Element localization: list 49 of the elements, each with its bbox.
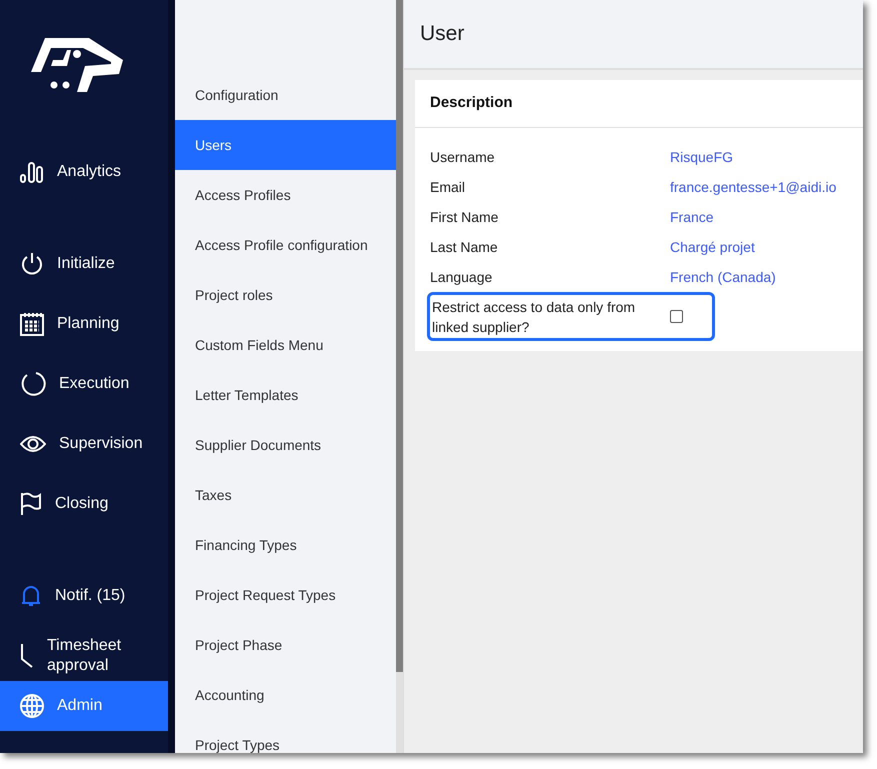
submenu-item[interactable]: Accounting xyxy=(175,670,396,720)
nav-item[interactable]: Admin xyxy=(0,681,168,731)
eye-icon xyxy=(20,435,46,453)
circle-arc-icon xyxy=(20,371,46,397)
field-label: Email xyxy=(430,178,466,196)
submenu-item[interactable]: Taxes xyxy=(175,470,396,520)
bars-icon xyxy=(20,161,44,183)
field-value: Chargé projet xyxy=(670,238,755,257)
bell-icon xyxy=(20,584,42,608)
page-title: User xyxy=(420,21,464,48)
field-label: Username xyxy=(430,148,496,166)
field-label: First Name xyxy=(430,208,500,226)
checkbox[interactable] xyxy=(670,310,683,323)
globe-icon xyxy=(20,694,44,718)
submenu-item[interactable]: Project roles xyxy=(175,270,396,320)
field-value: France xyxy=(670,208,714,226)
nav-item[interactable]: Execution xyxy=(0,359,168,409)
nav-item[interactable]: Notif. (15) xyxy=(0,571,168,621)
submenu-item[interactable]: Project Phase xyxy=(175,620,396,670)
submenu-item[interactable]: Financing Types xyxy=(175,520,396,570)
field-value: French (Canada) xyxy=(670,268,776,287)
submenu-item[interactable]: Project Request Types xyxy=(175,570,396,620)
nav-item[interactable]: Initialize xyxy=(0,239,168,289)
field-value: france.gentesse+1@aidi.io xyxy=(670,178,836,197)
submenu-item[interactable]: Project Types xyxy=(175,720,396,753)
field-label: Language xyxy=(430,268,494,287)
field-value: RisqueFG xyxy=(670,148,734,167)
clock-hand-icon xyxy=(20,643,34,669)
nav-item[interactable]: Closing xyxy=(0,479,168,529)
card-title: Description xyxy=(430,93,513,114)
submenu-item[interactable]: Configuration xyxy=(175,70,396,120)
submenu-item[interactable]: Access Profiles xyxy=(175,170,396,220)
field-label: Last Name xyxy=(430,238,499,256)
calendar-icon xyxy=(20,312,44,336)
nav-item[interactable]: Timesheet approval xyxy=(0,631,168,681)
nav-item[interactable]: Planning xyxy=(0,299,168,349)
nav-item[interactable]: Analytics xyxy=(0,147,168,197)
power-icon xyxy=(20,252,44,276)
submenu-item[interactable]: Supplier Documents xyxy=(175,420,396,470)
checkbox-label: Restrict access to data only from linked supplier? xyxy=(432,298,636,336)
nav-item[interactable]: Supervision xyxy=(0,419,168,469)
submenu-item[interactable]: Access Profile configuration xyxy=(175,220,396,270)
flag-icon xyxy=(20,492,42,516)
scrollbar-thumb[interactable] xyxy=(396,0,403,672)
checkbox-row[interactable]: Restrict access to data only from linked supplier? xyxy=(427,292,715,341)
submenu-item[interactable]: Custom Fields Menu xyxy=(175,320,396,370)
submenu-item[interactable]: Users xyxy=(175,120,396,170)
dog-logo-icon xyxy=(31,36,123,92)
submenu-item[interactable]: Letter Templates xyxy=(175,370,396,420)
